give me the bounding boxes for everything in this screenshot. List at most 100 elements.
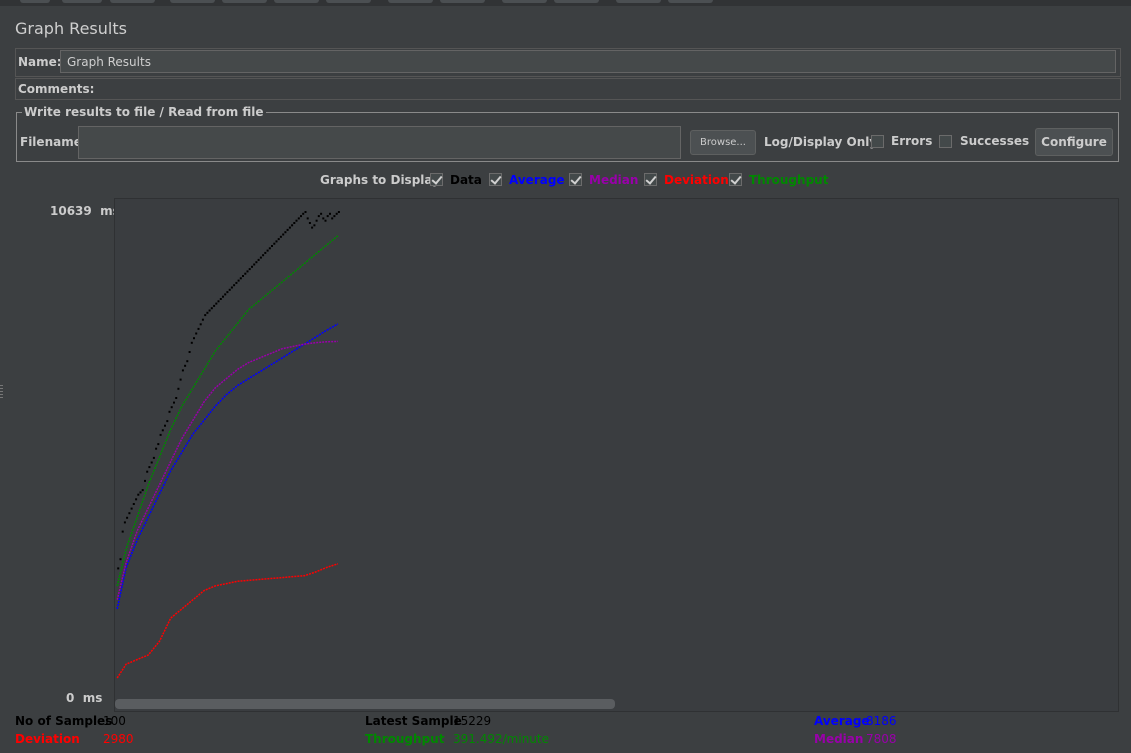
median-label: Median <box>589 173 639 187</box>
latest-sample-value: 15229 <box>453 714 492 728</box>
successes-checkbox[interactable] <box>939 135 952 148</box>
data-point <box>273 242 276 245</box>
data-point <box>193 337 195 340</box>
browse-button[interactable]: Browse... <box>690 130 756 155</box>
data-point <box>166 420 169 423</box>
data-point <box>235 281 238 284</box>
data-point <box>297 217 300 220</box>
tab-stub[interactable] <box>554 0 599 3</box>
data-point <box>293 222 296 224</box>
data-point <box>161 429 164 432</box>
data-point <box>155 447 158 450</box>
data-point <box>175 397 178 399</box>
y-axis-min: 0 ms <box>66 691 102 705</box>
data-point <box>304 211 307 213</box>
horizontal-scrollbar-thumb[interactable] <box>115 699 615 709</box>
tab-stub[interactable] <box>274 0 319 3</box>
average-stat-label: Average <box>814 714 870 728</box>
data-point <box>237 279 240 282</box>
configure-button[interactable]: Configure <box>1035 128 1113 156</box>
deviation-checkbox[interactable] <box>644 173 657 186</box>
data-point <box>159 433 162 436</box>
data-point <box>204 314 207 317</box>
data-point <box>306 217 309 220</box>
data-point <box>308 222 311 224</box>
data-point <box>181 369 184 372</box>
file-panel-legend: Write results to file / Read from file <box>22 105 266 119</box>
deviation-stat-label: Deviation <box>15 732 80 746</box>
y-min-value: 0 <box>66 691 75 705</box>
comments-input[interactable] <box>84 79 1120 97</box>
data-point <box>333 215 336 218</box>
tab-stub[interactable] <box>326 0 371 3</box>
name-label: Name: <box>18 55 62 69</box>
throughput-checkbox[interactable] <box>729 173 742 186</box>
data-point <box>146 470 149 473</box>
data-point <box>255 261 258 264</box>
data-point <box>173 401 175 404</box>
data-point <box>302 212 305 215</box>
data-point <box>326 215 329 218</box>
data-point <box>139 491 142 494</box>
throughput-label: Throughput <box>749 173 829 187</box>
data-point <box>268 247 271 250</box>
throughput-stat-value: 391.492/minute <box>453 732 549 746</box>
data-point <box>233 284 236 287</box>
data-point <box>190 341 193 344</box>
data-point <box>264 251 267 254</box>
deviation-series-line <box>116 563 339 679</box>
latest-sample-label: Latest Sample <box>365 714 462 728</box>
data-point <box>179 378 182 381</box>
data-point <box>277 238 280 241</box>
data-point <box>262 254 265 257</box>
splitter-handle[interactable] <box>0 385 3 399</box>
tab-stub[interactable] <box>20 0 50 3</box>
data-point <box>150 461 153 464</box>
filename-input[interactable] <box>78 126 681 159</box>
file-panel: Write results to file / Read from file F… <box>16 105 1119 162</box>
data-point <box>213 304 216 307</box>
tab-stub[interactable] <box>668 0 713 3</box>
data-point <box>251 265 253 268</box>
data-point <box>317 215 320 218</box>
average-checkbox[interactable] <box>489 173 502 186</box>
data-point <box>288 226 291 229</box>
tab-stub[interactable] <box>110 0 155 3</box>
data-point <box>239 277 242 280</box>
tab-stub[interactable] <box>502 0 547 3</box>
tab-strip <box>0 0 1131 6</box>
data-point <box>188 351 191 353</box>
data-point <box>201 318 204 321</box>
data-point <box>208 309 211 312</box>
data-point <box>126 516 129 519</box>
graphs-to-display-label: Graphs to Display <box>320 173 440 187</box>
name-row: Name: <box>15 48 1121 77</box>
data-point <box>215 302 218 305</box>
tab-stub[interactable] <box>440 0 485 3</box>
graph-plot-area <box>114 198 1119 712</box>
data-point <box>259 256 262 259</box>
data-checkbox[interactable] <box>430 173 443 186</box>
data-point <box>144 479 146 482</box>
data-point <box>137 493 140 496</box>
log-display-label: Log/Display Only: <box>764 135 882 149</box>
data-point <box>300 215 302 218</box>
data-point <box>275 240 278 243</box>
tab-stub[interactable] <box>170 0 215 3</box>
median-checkbox[interactable] <box>569 173 582 186</box>
deviation-label: Deviation <box>664 173 729 187</box>
errors-checkbox[interactable] <box>871 135 884 148</box>
tab-stub[interactable] <box>62 0 102 3</box>
data-point <box>266 249 269 252</box>
tab-stub[interactable] <box>388 0 433 3</box>
data-point <box>291 224 294 227</box>
y-min-unit: ms <box>82 691 103 705</box>
name-input[interactable] <box>60 50 1116 73</box>
data-point <box>279 235 282 238</box>
data-point <box>282 233 285 236</box>
tab-stub[interactable] <box>222 0 267 3</box>
tab-stub[interactable] <box>616 0 661 3</box>
comments-row: Comments: <box>15 78 1121 100</box>
successes-label: Successes <box>960 134 1030 148</box>
median-stat-value: 7808 <box>866 732 897 746</box>
